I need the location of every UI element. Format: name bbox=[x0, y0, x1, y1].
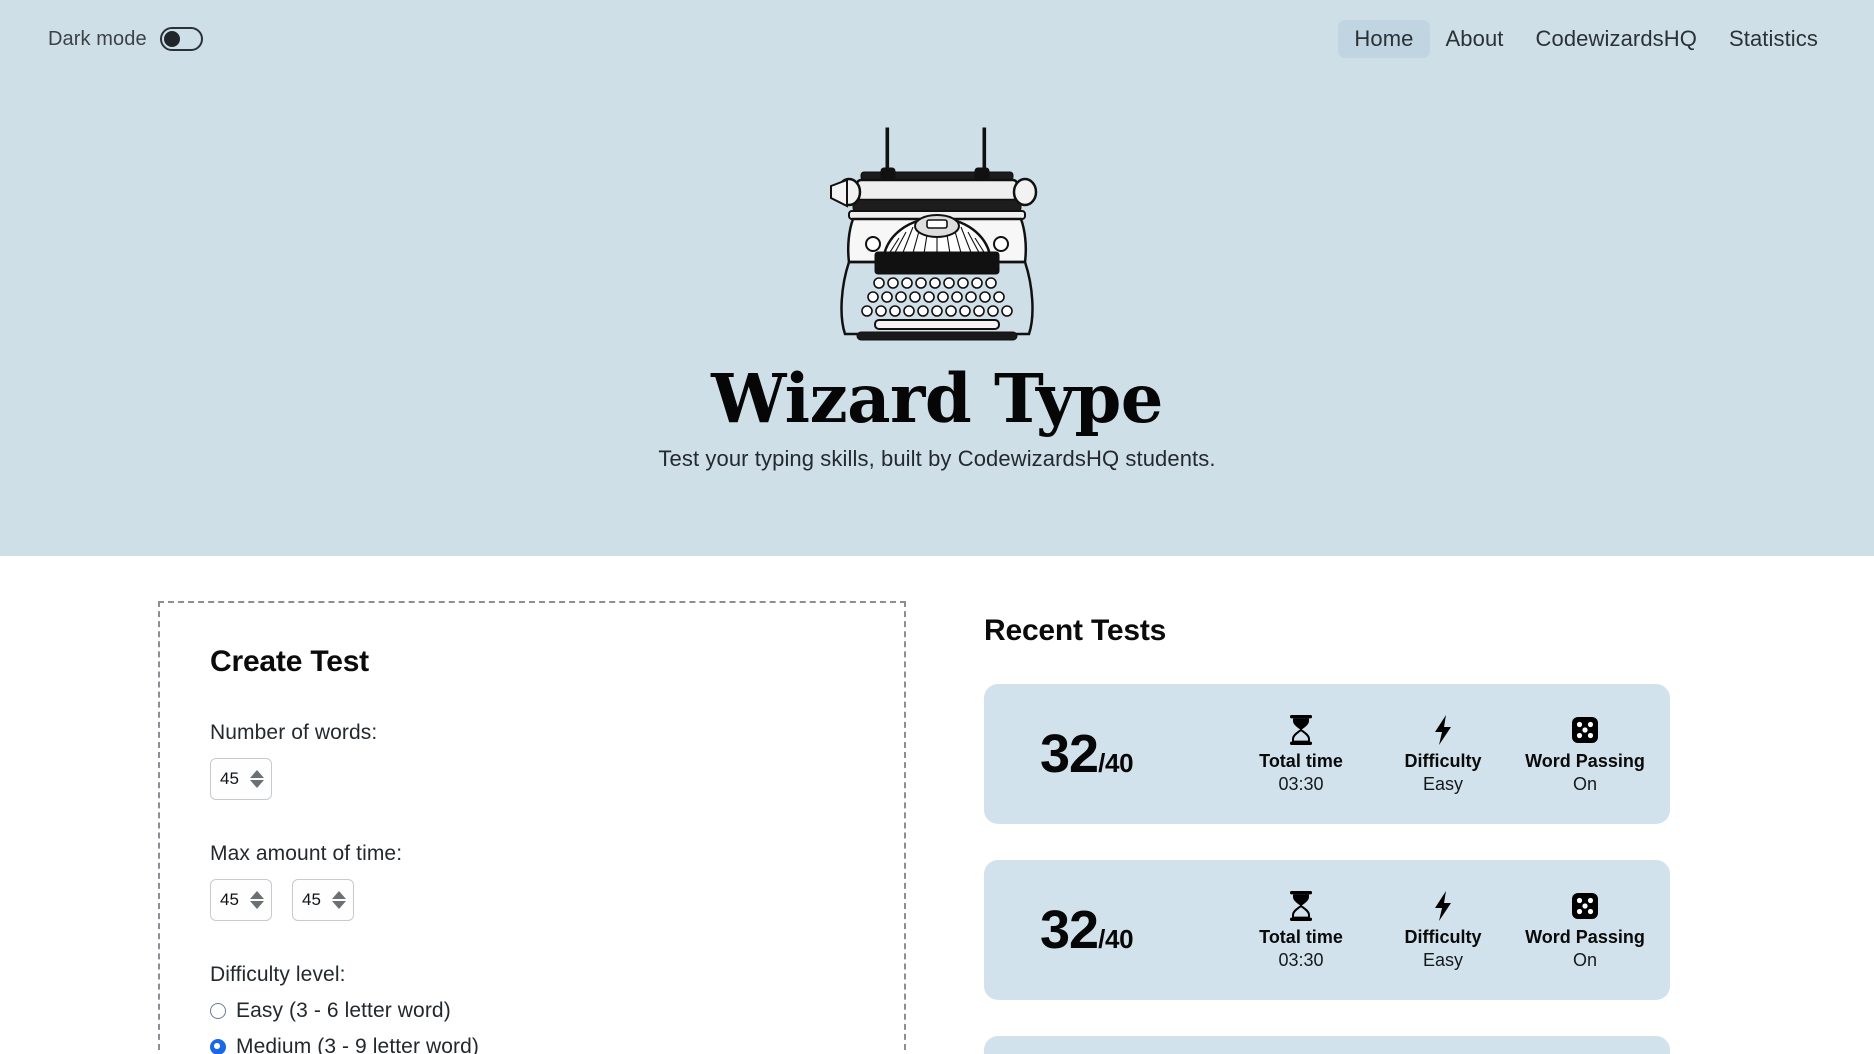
test-stat-label: Word Passing bbox=[1525, 926, 1645, 947]
hourglass-icon bbox=[1288, 890, 1314, 922]
create-test-title: Create Test bbox=[210, 645, 369, 678]
difficulty-radio-group: Easy (3 - 6 letter word) Medium (3 - 9 l… bbox=[210, 999, 904, 1054]
recent-tests-section: Recent Tests 32 /40 Total time 03:30 Dif… bbox=[984, 614, 1670, 1054]
chevron-up-icon[interactable] bbox=[250, 770, 264, 778]
max-time-seconds-input[interactable]: 45 bbox=[292, 879, 354, 921]
chevron-up-icon[interactable] bbox=[250, 891, 264, 899]
test-stat-label: Difficulty bbox=[1404, 926, 1482, 947]
main-navigation: Home About CodewizardsHQ Statistics bbox=[1338, 20, 1834, 58]
difficulty-option-medium[interactable]: Medium (3 - 9 letter word) bbox=[210, 1035, 904, 1054]
toggle-knob bbox=[163, 31, 180, 47]
test-score: 32 /40 bbox=[1040, 727, 1230, 781]
number-of-words-stepper[interactable] bbox=[250, 770, 264, 788]
max-time-label: Max amount of time: bbox=[210, 842, 403, 865]
recent-tests-title: Recent Tests bbox=[984, 614, 1167, 647]
test-stat-difficulty: Difficulty Easy bbox=[1372, 714, 1514, 795]
recent-test-card[interactable]: 32 /40 Total time 03:30 bbox=[984, 1036, 1670, 1054]
nav-item-codewizardshq[interactable]: CodewizardsHQ bbox=[1520, 20, 1713, 58]
hero-section: Dark mode Home About CodewizardsHQ Stati… bbox=[0, 0, 1874, 556]
test-stat-difficulty: Difficulty Easy bbox=[1372, 890, 1514, 971]
test-stat-label: Difficulty bbox=[1404, 750, 1482, 771]
recent-test-card[interactable]: 32 /40 Total time 03:30 bbox=[984, 684, 1670, 824]
test-stat-word-passing: Word Passing On bbox=[1514, 714, 1656, 795]
chevron-up-icon[interactable] bbox=[332, 891, 346, 899]
number-of-words-value: 45 bbox=[220, 769, 239, 788]
max-time-row: 45 45 bbox=[210, 879, 904, 921]
test-stat-value: Easy bbox=[1422, 949, 1464, 970]
dark-mode-switch[interactable] bbox=[159, 27, 203, 51]
lightning-icon bbox=[1432, 890, 1454, 922]
difficulty-option-easy[interactable]: Easy (3 - 6 letter word) bbox=[210, 999, 904, 1023]
test-stat-value: On bbox=[1572, 773, 1597, 794]
number-of-words-row: 45 bbox=[210, 758, 904, 800]
test-stat-total-time: Total time 03:30 bbox=[1230, 714, 1372, 795]
test-score: 32 /40 bbox=[1040, 903, 1230, 957]
max-time-minutes-value: 45 bbox=[220, 890, 239, 909]
top-bar: Dark mode Home About CodewizardsHQ Stati… bbox=[0, 0, 1874, 78]
nav-item-statistics[interactable]: Statistics bbox=[1713, 20, 1834, 58]
test-score-value: 32 bbox=[1040, 724, 1099, 784]
difficulty-level-label: Difficulty level: bbox=[210, 963, 346, 986]
dice-icon bbox=[1571, 890, 1599, 922]
difficulty-option-easy-label: Easy (3 - 6 letter word) bbox=[236, 999, 451, 1022]
test-score-total: /40 bbox=[1098, 924, 1134, 954]
recent-test-card[interactable]: 32 /40 Total time 03:30 bbox=[984, 860, 1670, 1000]
create-test-panel: Create Test Number of words: 45 Max amou… bbox=[158, 601, 906, 1054]
hourglass-icon bbox=[1288, 714, 1314, 746]
nav-item-home[interactable]: Home bbox=[1338, 20, 1430, 58]
main-content: Create Test Number of words: 45 Max amou… bbox=[0, 556, 1874, 1054]
difficulty-option-medium-label: Medium (3 - 9 letter word) bbox=[236, 1035, 480, 1054]
test-stat-label: Word Passing bbox=[1525, 750, 1645, 771]
test-stat-value: On bbox=[1572, 949, 1597, 970]
test-stat-label: Total time bbox=[1259, 926, 1343, 947]
test-stat-value: 03:30 bbox=[1278, 773, 1324, 794]
number-of-words-label: Number of words: bbox=[210, 721, 378, 744]
max-time-seconds-value: 45 bbox=[302, 890, 321, 909]
page-subtitle: Test your typing skills, built by Codewi… bbox=[658, 446, 1216, 472]
dark-mode-toggle-group[interactable]: Dark mode bbox=[48, 27, 203, 51]
chevron-down-icon[interactable] bbox=[332, 901, 346, 909]
hero-content: Wizard Type Test your typing skills, bui… bbox=[0, 126, 1874, 472]
max-time-seconds-stepper[interactable] bbox=[332, 891, 346, 909]
test-stat-label: Total time bbox=[1259, 750, 1343, 771]
test-stat-word-passing: Word Passing On bbox=[1514, 890, 1656, 971]
test-stat-value: Easy bbox=[1422, 773, 1464, 794]
page-title: Wizard Type bbox=[711, 359, 1163, 438]
nav-item-about[interactable]: About bbox=[1430, 20, 1520, 58]
chevron-down-icon[interactable] bbox=[250, 901, 264, 909]
dark-mode-label: Dark mode bbox=[48, 27, 147, 50]
radio-icon-selected[interactable] bbox=[210, 1039, 226, 1054]
chevron-down-icon[interactable] bbox=[250, 780, 264, 788]
dice-icon bbox=[1571, 714, 1599, 746]
test-stat-total-time: Total time 03:30 bbox=[1230, 890, 1372, 971]
test-score-value: 32 bbox=[1040, 900, 1099, 960]
max-time-minutes-stepper[interactable] bbox=[250, 891, 264, 909]
test-score-total: /40 bbox=[1098, 748, 1134, 778]
max-time-minutes-input[interactable]: 45 bbox=[210, 879, 272, 921]
test-stat-value: 03:30 bbox=[1278, 949, 1324, 970]
typewriter-icon bbox=[830, 127, 1038, 341]
radio-icon[interactable] bbox=[210, 1003, 226, 1019]
number-of-words-input[interactable]: 45 bbox=[210, 758, 272, 800]
lightning-icon bbox=[1432, 714, 1454, 746]
